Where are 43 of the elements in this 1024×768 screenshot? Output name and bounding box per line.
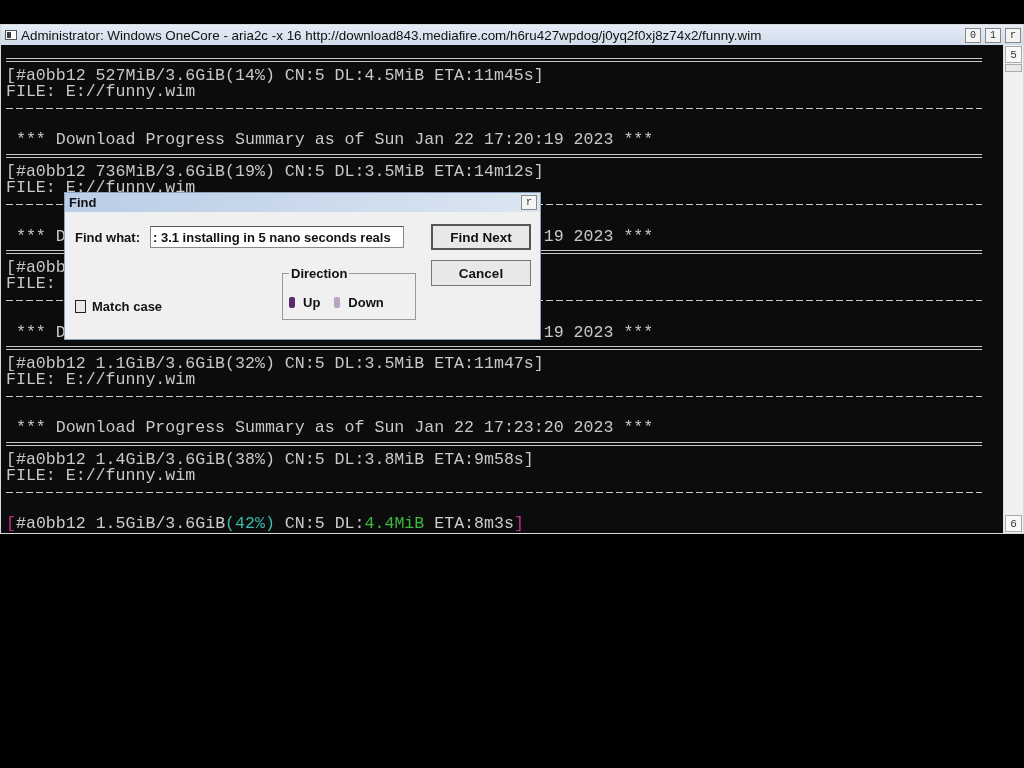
- direction-label: Direction: [290, 266, 349, 281]
- console-line: *** Download Progress Summary as of Sun Jan 22 17:23:20 2023 ***: [14, 419, 654, 437]
- console-line: FILE: E://funny.wim: [6, 371, 196, 389]
- console-text: ]: [513, 515, 524, 533]
- console-line: [#a0bb12 736MiB/3.6GiB(19%) CN:5 DL:3.5MiB ETA:14m12s]: [6, 163, 544, 181]
- console-line: [#a0bb12 1.1GiB/3.6GiB(32%) CN:5 DL:3.5MiB ETA:11m47s]: [6, 355, 544, 373]
- scroll-thumb[interactable]: [1005, 64, 1022, 72]
- console-text: ETA:8m3s: [433, 515, 514, 533]
- console-line: *** Download Progress Summary as of Sun Jan 22 17:20:19 2023 ***: [14, 131, 654, 149]
- console-text: (42%): [225, 515, 275, 533]
- console-line: FILE:: [6, 275, 56, 293]
- scroll-down-button[interactable]: 6: [1005, 515, 1022, 532]
- close-button[interactable]: r: [521, 195, 537, 210]
- window-control-button[interactable]: r: [1005, 27, 1021, 43]
- console-text: CN:5 DL:: [283, 515, 365, 533]
- console-line: FILE: E://funny.wim: [6, 83, 196, 101]
- match-case-checkbox[interactable]: [75, 300, 86, 313]
- console-text: 4.4MiB: [364, 515, 425, 533]
- radio-label: Up: [303, 294, 321, 310]
- console-icon: [5, 30, 17, 40]
- console-text: [: [6, 515, 16, 533]
- window-control-button[interactable]: 1: [985, 27, 1001, 43]
- console-line: FILE: E://funny.wim: [6, 467, 196, 485]
- console-line: [#a0bb12 1.4GiB/3.6GiB(38%) CN:5 DL:3.8MiB ETA:9m58s]: [6, 451, 534, 469]
- window-title: Administrator: Windows OneCore - aria2c -x 16 http://download843.mediafire.com/h6ru427wpdog/j0yq2f0xj8z74x2/funny.wim: [21, 27, 763, 43]
- dialog-title: Find: [69, 195, 98, 210]
- console-line: [#a0bb: [6, 259, 66, 277]
- window-control-button[interactable]: 0: [965, 27, 981, 43]
- radio-button[interactable]: [289, 296, 295, 308]
- radio-button[interactable]: [334, 296, 341, 308]
- console-line: FILE: E://funny.wim: [6, 179, 196, 197]
- scroll-up-button[interactable]: 5: [1005, 46, 1022, 63]
- find-next-button[interactable]: Find Next: [431, 224, 531, 250]
- console-text: #a0bb12 1.5GiB/3.6GiB: [15, 515, 226, 533]
- find-what-field[interactable]: : 3.1 installing in 5 nano seconds reals: [150, 226, 404, 248]
- console-line: 19 2023 ***: [543, 324, 654, 342]
- scrollbar[interactable]: 5 6: [1003, 45, 1023, 533]
- cancel-button[interactable]: Cancel: [431, 260, 531, 286]
- match-case-label: Match case: [92, 299, 163, 314]
- find-what-label: Find what:: [75, 229, 140, 245]
- radio-label: Down: [348, 294, 384, 310]
- console-line: 19 2023 ***: [543, 228, 654, 246]
- console-line: [#a0bb12 527MiB/3.6GiB(14%) CN:5 DL:4.5MiB ETA:11m45s]: [6, 67, 544, 85]
